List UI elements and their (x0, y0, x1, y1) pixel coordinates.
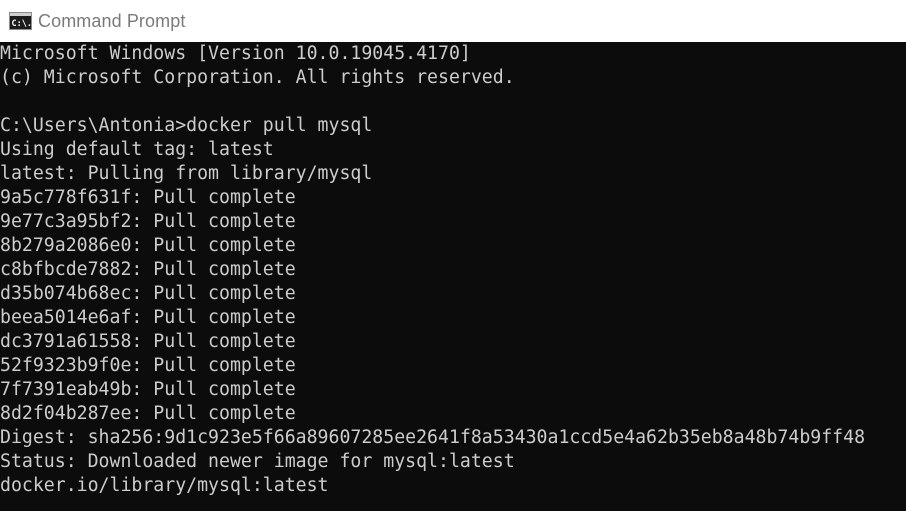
console-line: docker.io/library/mysql:latest (0, 475, 329, 496)
console-line: 8b279a2086e0: Pull complete (0, 235, 296, 256)
command-prompt-window: C:\. Command Prompt Microsoft Windows [V… (0, 0, 906, 511)
window-title: Command Prompt (38, 10, 186, 31)
console-line: beea5014e6af: Pull complete (0, 307, 296, 328)
console-line: Digest: sha256:9d1c923e5f66a89607285ee26… (0, 427, 866, 448)
console-line: Status: Downloaded newer image for mysql… (0, 451, 515, 472)
title-bar[interactable]: C:\. Command Prompt (0, 0, 906, 42)
console-line: C:\Users\Antonia>docker pull mysql (0, 115, 373, 136)
console-line: 52f9323b9f0e: Pull complete (0, 355, 296, 376)
console-line: dc3791a61558: Pull complete (0, 331, 296, 352)
console-line: 7f7391eab49b: Pull complete (0, 379, 296, 400)
console-line: (c) Microsoft Corporation. All rights re… (0, 67, 515, 88)
console-line: c8bfbcde7882: Pull complete (0, 259, 296, 280)
console-output[interactable]: Microsoft Windows [Version 10.0.19045.41… (0, 43, 906, 511)
cmd-icon: C:\. (9, 12, 32, 30)
console-line: 9e77c3a95bf2: Pull complete (0, 211, 296, 232)
console-line: latest: Pulling from library/mysql (0, 163, 373, 184)
console-line: d35b074b68ec: Pull complete (0, 283, 296, 304)
console-line: Using default tag: latest (0, 139, 274, 160)
console-line: 9a5c778f631f: Pull complete (0, 187, 296, 208)
console-line: 8d2f04b287ee: Pull complete (0, 403, 296, 424)
console-line: Microsoft Windows [Version 10.0.19045.41… (0, 43, 471, 64)
svg-text:C:\.: C:\. (12, 19, 32, 29)
